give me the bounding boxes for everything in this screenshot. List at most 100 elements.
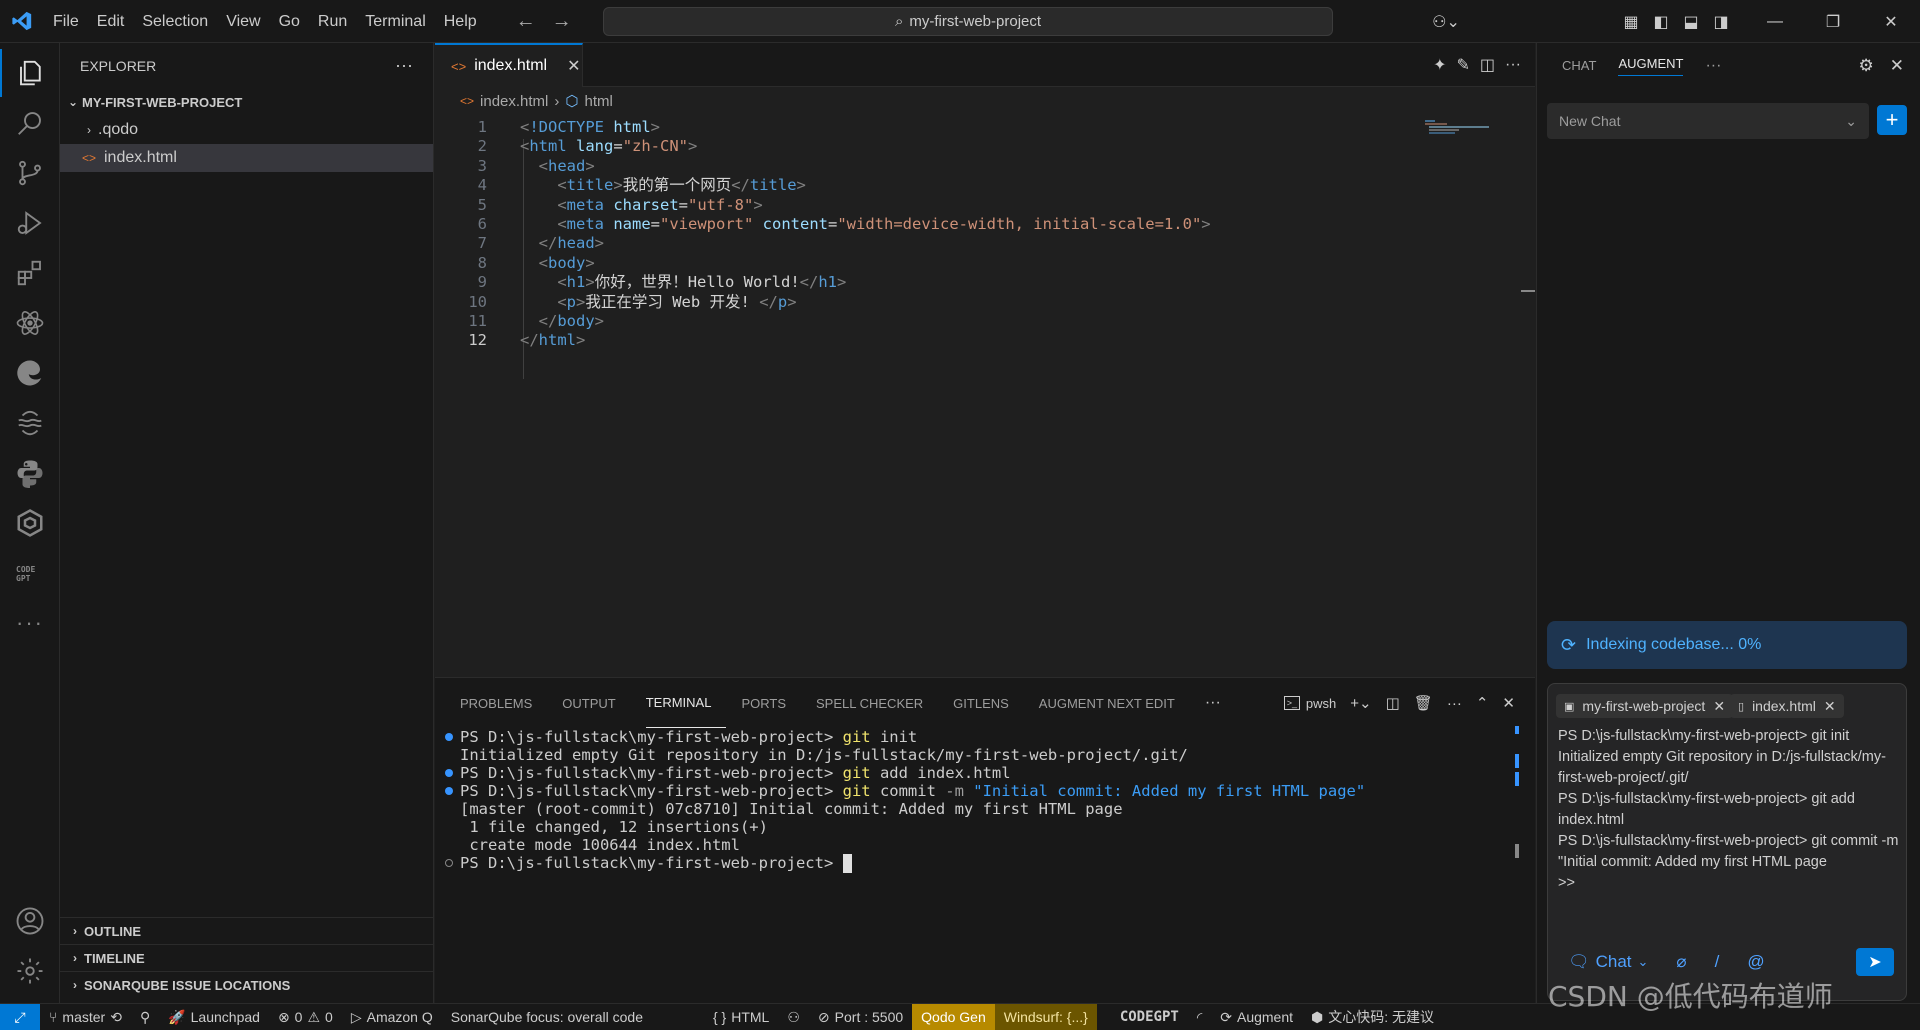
- tab-augment-next-edit[interactable]: AUGMENT NEXT EDIT: [1039, 678, 1190, 728]
- split-editor-icon[interactable]: ◫: [1480, 55, 1495, 75]
- editor-scrollbar[interactable]: [1521, 87, 1535, 675]
- git-branch[interactable]: ⑂ master ⟲: [40, 1004, 131, 1030]
- tab-problems[interactable]: PROBLEMS: [460, 678, 547, 728]
- augment-more-icon[interactable]: ···: [1705, 57, 1721, 75]
- source-control-icon[interactable]: [0, 149, 60, 197]
- context-chip-file[interactable]: ▯ index.html ✕: [1730, 694, 1844, 718]
- augment-chat-input[interactable]: ▣ my-first-web-project ✕ ▯ index.html ✕ …: [1547, 683, 1907, 1001]
- tab-index-html[interactable]: <> index.html ✕: [435, 43, 583, 87]
- chat-input-text[interactable]: PS D:\js-fullstack\my-first-web-project>…: [1558, 726, 1903, 894]
- waves-icon[interactable]: [0, 399, 60, 447]
- context-chip-folder[interactable]: ▣ my-first-web-project ✕: [1556, 694, 1734, 718]
- menu-terminal[interactable]: Terminal: [356, 0, 434, 43]
- new-terminal-icon[interactable]: +⌄: [1350, 694, 1371, 712]
- mention-button[interactable]: @: [1747, 952, 1764, 972]
- terminal-scrollbar[interactable]: [1515, 726, 1519, 986]
- toggle-panel-icon[interactable]: ⬓: [1676, 12, 1706, 32]
- menu-view[interactable]: View: [217, 0, 269, 43]
- extensions-icon[interactable]: [0, 249, 60, 297]
- tab-chat[interactable]: CHAT: [1562, 58, 1596, 73]
- close-tab-icon[interactable]: ✕: [567, 56, 580, 76]
- menu-edit[interactable]: Edit: [88, 0, 134, 43]
- section-outline[interactable]: › OUTLINE: [60, 917, 434, 944]
- terminal-more-icon[interactable]: ···: [1447, 695, 1462, 712]
- remote-indicator-icon[interactable]: ⤢: [0, 1003, 40, 1030]
- cube-icon[interactable]: [0, 499, 60, 547]
- sonarqube-focus[interactable]: SonarQube focus: overall code: [442, 1004, 652, 1030]
- tree-item-qodo[interactable]: › .qodo: [60, 116, 433, 144]
- tab-spell-checker[interactable]: SPELL CHECKER: [816, 678, 938, 728]
- problems-count[interactable]: ⊗ 0 ⚠ 0: [269, 1004, 342, 1030]
- command-decoration-icon[interactable]: [445, 733, 453, 741]
- panel-more-icon[interactable]: ···: [1205, 694, 1221, 712]
- augment-status[interactable]: ⟳ Augment: [1211, 1004, 1302, 1030]
- breadcrumb-symbol[interactable]: html: [585, 93, 613, 110]
- slash-command-button[interactable]: /: [1715, 952, 1720, 972]
- close-window-icon[interactable]: ✕: [1862, 12, 1920, 32]
- menu-selection[interactable]: Selection: [133, 0, 217, 43]
- git-graph-icon[interactable]: ⚲: [131, 1004, 159, 1030]
- accounts-icon[interactable]: [0, 897, 60, 945]
- command-decoration-icon[interactable]: [445, 859, 453, 867]
- more-views-icon[interactable]: ···: [0, 599, 60, 647]
- tab-output[interactable]: OUTPUT: [562, 678, 630, 728]
- restore-icon[interactable]: ❐: [1804, 12, 1862, 32]
- breadcrumb-file[interactable]: index.html: [480, 93, 548, 110]
- run-debug-icon[interactable]: [0, 199, 60, 247]
- terminal-shell-selector[interactable]: >_ pwsh: [1283, 696, 1336, 711]
- toggle-secondary-sidebar-icon[interactable]: ◨: [1706, 12, 1736, 32]
- sidebar-more-icon[interactable]: ···: [395, 55, 413, 76]
- command-decoration-icon[interactable]: [445, 769, 453, 777]
- python-icon[interactable]: [0, 449, 60, 497]
- tab-augment[interactable]: AUGMENT: [1618, 56, 1684, 76]
- react-icon[interactable]: [0, 299, 60, 347]
- minimize-icon[interactable]: —: [1746, 13, 1804, 31]
- language-mode[interactable]: { } HTML: [704, 1004, 778, 1030]
- wenxin-status[interactable]: ⬢ 文心快码: 无建议: [1302, 1004, 1443, 1030]
- menu-help[interactable]: Help: [435, 0, 486, 43]
- split-terminal-icon[interactable]: ◫: [1386, 694, 1400, 712]
- section-timeline[interactable]: › TIMELINE: [60, 944, 434, 971]
- new-chat-dropdown[interactable]: New Chat ⌄: [1547, 103, 1869, 139]
- close-panel-icon[interactable]: ✕: [1502, 694, 1515, 712]
- copilot-icon[interactable]: ⚇⌄: [1426, 12, 1466, 32]
- augment-close-icon[interactable]: ✕: [1890, 56, 1904, 76]
- tab-terminal[interactable]: TERMINAL: [645, 678, 727, 728]
- launchpad[interactable]: 🚀 Launchpad: [159, 1004, 269, 1030]
- codegpt-status[interactable]: CODEGPT: [1111, 1004, 1188, 1030]
- maximize-panel-icon[interactable]: ⌃: [1476, 694, 1489, 712]
- remove-chip-icon[interactable]: ✕: [1824, 698, 1836, 715]
- tab-gitlens[interactable]: GITLENS: [953, 678, 1024, 728]
- section-sonarqube[interactable]: › SONARQUBE ISSUE LOCATIONS: [60, 971, 434, 998]
- chat-mode-selector[interactable]: 🗨 Chat ⌄: [1568, 952, 1648, 972]
- command-decoration-icon[interactable]: [445, 787, 453, 795]
- explorer-icon[interactable]: [0, 49, 60, 97]
- settings-gear-icon[interactable]: [0, 947, 60, 995]
- back-arrow-icon[interactable]: ←: [516, 10, 536, 33]
- sparkle-icon[interactable]: ✦: [1433, 55, 1446, 75]
- new-chat-button[interactable]: +: [1877, 105, 1907, 135]
- copilot-status-icon[interactable]: ⚇: [778, 1004, 809, 1030]
- codegpt-icon[interactable]: CODE GPT: [0, 549, 60, 597]
- augment-settings-gear-icon[interactable]: ⚙: [1859, 56, 1874, 76]
- menu-file[interactable]: File: [44, 0, 88, 43]
- edit-pencil-icon[interactable]: ✎: [1456, 55, 1469, 75]
- menu-run[interactable]: Run: [309, 0, 356, 43]
- code-line[interactable]: 12 </html>: [435, 328, 1535, 352]
- remove-chip-icon[interactable]: ✕: [1713, 698, 1725, 715]
- search-view-icon[interactable]: [0, 99, 60, 147]
- kill-terminal-icon[interactable]: 🗑: [1414, 694, 1433, 712]
- minimap[interactable]: [1425, 118, 1495, 138]
- forward-arrow-icon[interactable]: →: [552, 10, 572, 33]
- edge-browser-icon[interactable]: [0, 349, 60, 397]
- send-button[interactable]: ➤: [1856, 948, 1894, 976]
- live-server-port[interactable]: ⊘ Port : 5500: [809, 1004, 912, 1030]
- amazon-q[interactable]: ▷ Amazon Q: [342, 1004, 442, 1030]
- toggle-primary-sidebar-icon[interactable]: ◧: [1646, 12, 1676, 32]
- tree-item-index-html[interactable]: <> index.html: [60, 144, 433, 172]
- tab-ports[interactable]: PORTS: [741, 678, 801, 728]
- customize-layout-icon[interactable]: ▦: [1616, 12, 1646, 32]
- code-editor[interactable]: 1 <!DOCTYPE html> 2 <html lang="zh-CN"> 3 <h…: [435, 115, 1535, 675]
- menu-go[interactable]: Go: [270, 0, 309, 43]
- attach-icon[interactable]: ⌀: [1676, 952, 1686, 972]
